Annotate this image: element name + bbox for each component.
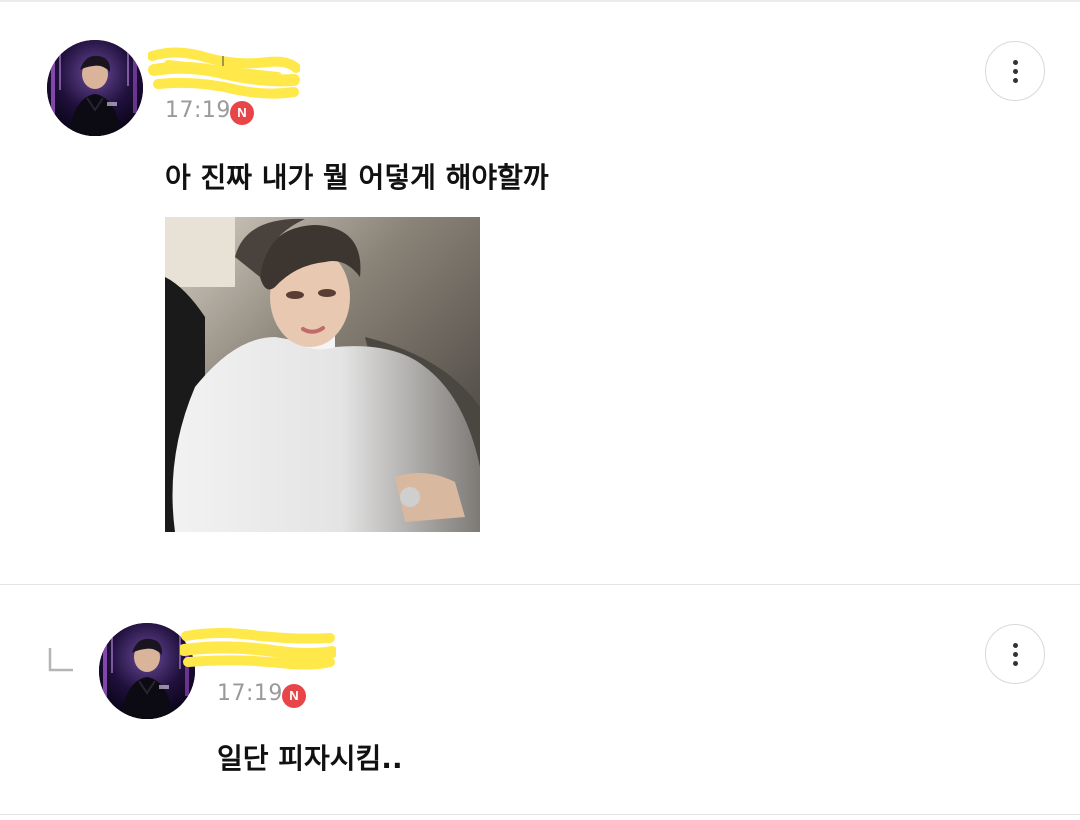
new-badge: N bbox=[282, 684, 306, 708]
reply-message: 일단 피자시킴.. bbox=[217, 742, 403, 775]
reply-author-name-redacted bbox=[180, 626, 336, 674]
bottom-divider bbox=[0, 814, 1080, 815]
redaction-scribble bbox=[180, 628, 336, 670]
more-vertical-icon-dot bbox=[1013, 69, 1018, 74]
post-message: 아 진짜 내가 뭘 어덯게 해야할까 bbox=[165, 161, 549, 194]
post-timestamp: 17:19 bbox=[165, 98, 231, 123]
comment-divider bbox=[0, 584, 1080, 585]
avatar-image bbox=[47, 40, 143, 136]
more-vertical-icon-dot bbox=[1013, 652, 1018, 657]
post-more-button[interactable] bbox=[985, 41, 1045, 101]
more-vertical-icon-dot bbox=[1013, 661, 1018, 666]
reply-more-button[interactable] bbox=[985, 624, 1045, 684]
top-divider bbox=[0, 0, 1080, 2]
redaction-scribble bbox=[148, 47, 300, 99]
photo-image bbox=[165, 217, 480, 532]
reply-timestamp: 17:19 bbox=[217, 681, 283, 706]
more-vertical-icon bbox=[1013, 643, 1018, 648]
author-name-redacted bbox=[148, 46, 300, 104]
author-avatar[interactable] bbox=[47, 40, 143, 136]
new-badge: N bbox=[230, 101, 254, 125]
more-vertical-icon-dot bbox=[1013, 78, 1018, 83]
post-photo[interactable] bbox=[165, 217, 480, 532]
reply-arrow-icon bbox=[47, 646, 75, 674]
comment-thread: 17:19 N 아 진짜 내가 뭘 어덯게 해야할까 17:19 N 일단 피자… bbox=[0, 0, 1080, 820]
more-vertical-icon bbox=[1013, 60, 1018, 65]
